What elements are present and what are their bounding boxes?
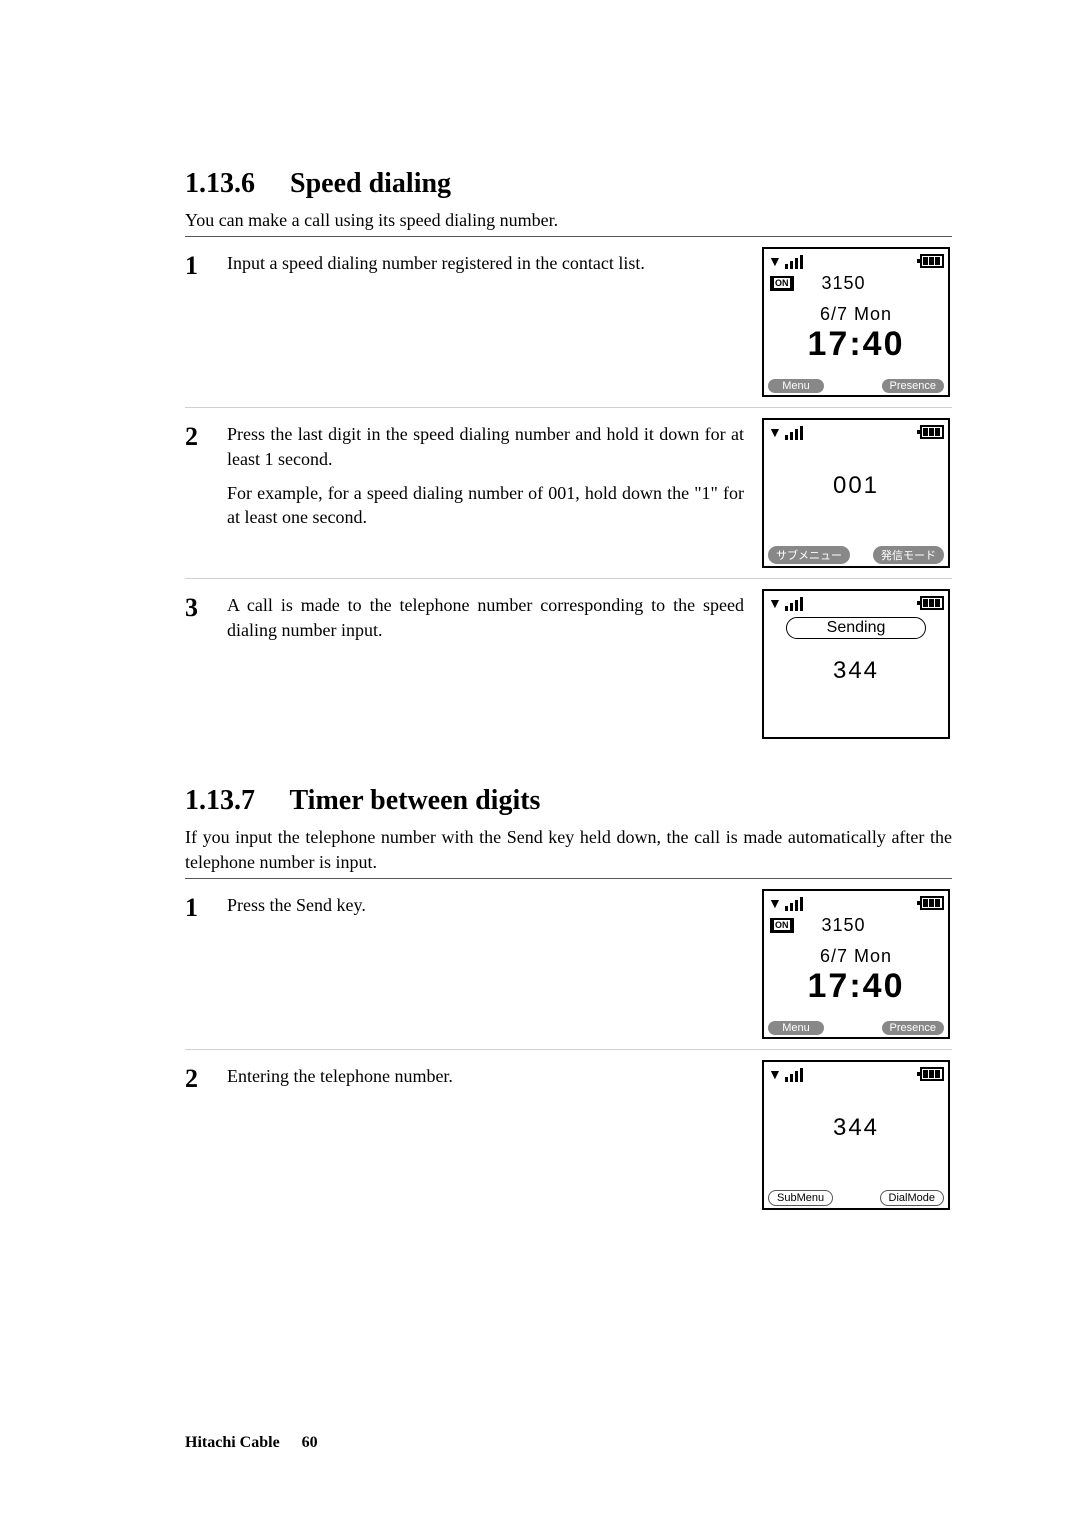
battery-icon: [920, 1067, 944, 1081]
footer-page-number: 60: [302, 1434, 318, 1451]
step-number: 2: [185, 1060, 227, 1094]
step-text: Input a speed dialing number registered …: [227, 247, 762, 285]
section-heading: 1.13.7 Timer between digits: [185, 785, 952, 817]
signal-icon: ▼: [768, 1066, 803, 1082]
battery-icon: [920, 254, 944, 268]
section-number: 1.13.7: [185, 785, 255, 816]
softkey-left: Menu: [768, 1021, 824, 1035]
step-text: Entering the telephone number.: [227, 1060, 762, 1098]
softkey-right: DialMode: [880, 1190, 944, 1206]
softkey-left: Menu: [768, 379, 824, 393]
signal-icon: ▼: [768, 595, 803, 611]
step-row: 3 A call is made to the telephone number…: [185, 579, 952, 749]
status-bar: ▼: [764, 1062, 948, 1084]
softkey-left: SubMenu: [768, 1190, 833, 1206]
sending-indicator: Sending: [786, 617, 926, 639]
section-title: Timer between digits: [290, 785, 541, 816]
phone-screen: ▼ ON 3150 6/7 Mon 17:40: [762, 247, 952, 397]
status-bar: ▼: [764, 891, 948, 913]
softkey-right: Presence: [882, 1021, 944, 1035]
step-number: 3: [185, 589, 227, 623]
phone-screen: ▼ 001 サブメニュー 発信モード: [762, 418, 952, 568]
signal-icon: ▼: [768, 895, 803, 911]
section-intro: If you input the telephone number with t…: [185, 825, 952, 874]
step-row: 1 Press the Send key. ▼: [185, 879, 952, 1050]
phone-screen: ▼ ON 3150 6/7 Mon 17:40: [762, 889, 952, 1039]
battery-icon: [920, 425, 944, 439]
status-bar: ▼: [764, 420, 948, 442]
step-para: Entering the telephone number.: [227, 1064, 744, 1088]
softkey-left: サブメニュー: [768, 546, 850, 564]
on-badge: ON: [770, 276, 794, 291]
signal-icon: ▼: [768, 253, 803, 269]
step-para: Press the last digit in the speed dialin…: [227, 422, 744, 471]
step-row: 1 Input a speed dialing number registere…: [185, 237, 952, 408]
step-para: Press the Send key.: [227, 893, 744, 917]
step-number: 2: [185, 418, 227, 452]
extension-number: 3150: [822, 273, 866, 294]
signal-icon: ▼: [768, 424, 803, 440]
step-number: 1: [185, 247, 227, 281]
calling-number: 344: [764, 657, 948, 685]
step-para: Input a speed dialing number registered …: [227, 251, 744, 275]
phone-screen: ▼ Sending 344: [762, 589, 952, 739]
phone-screen: ▼ 344 SubMenu DialMode: [762, 1060, 952, 1210]
step-row: 2 Entering the telephone number. ▼: [185, 1050, 952, 1220]
step-row: 2 Press the last digit in the speed dial…: [185, 408, 952, 579]
dialed-number: 344: [764, 1114, 948, 1142]
battery-icon: [920, 896, 944, 910]
section-intro: You can make a call using its speed dial…: [185, 208, 952, 232]
section-number: 1.13.6: [185, 168, 255, 199]
on-badge: ON: [770, 918, 794, 933]
extension-number: 3150: [822, 915, 866, 936]
status-bar: ▼: [764, 249, 948, 271]
step-text: Press the last digit in the speed dialin…: [227, 418, 762, 539]
step-text: A call is made to the telephone number c…: [227, 589, 762, 652]
battery-icon: [920, 596, 944, 610]
dialed-number: 001: [764, 472, 948, 500]
softkey-right: Presence: [882, 379, 944, 393]
steps-table-timer: 1 Press the Send key. ▼: [185, 878, 952, 1220]
steps-table-speed-dialing: 1 Input a speed dialing number registere…: [185, 236, 952, 749]
step-para: A call is made to the telephone number c…: [227, 593, 744, 642]
time-text: 17:40: [764, 967, 948, 1006]
softkey-right: 発信モード: [873, 546, 944, 564]
page-footer: Hitachi Cable 60: [185, 1434, 318, 1452]
step-text: Press the Send key.: [227, 889, 762, 927]
section-title: Speed dialing: [290, 168, 451, 199]
date-text: 6/7 Mon: [764, 946, 948, 967]
step-number: 1: [185, 889, 227, 923]
step-para: For example, for a speed dialing number …: [227, 481, 744, 530]
date-text: 6/7 Mon: [764, 304, 948, 325]
status-bar: ▼: [764, 591, 948, 613]
section-heading: 1.13.6 Speed dialing: [185, 168, 952, 200]
footer-publisher: Hitachi Cable: [185, 1434, 280, 1451]
time-text: 17:40: [764, 325, 948, 364]
